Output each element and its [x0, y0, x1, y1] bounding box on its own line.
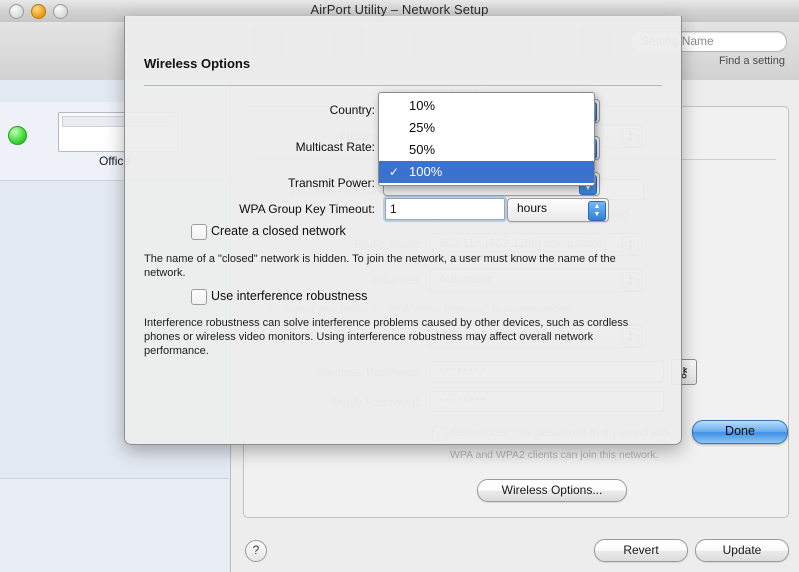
interference-robustness-checkbox[interactable]	[191, 289, 207, 305]
checkmark-icon: ✓	[389, 165, 400, 179]
menu-item-label: 50%	[409, 142, 436, 157]
menu-item-label: 10%	[409, 98, 436, 113]
update-button[interactable]: Update	[695, 539, 789, 562]
multicast-rate-label: Multicast Rate:	[295, 140, 375, 154]
closed-network-label: Create a closed network	[211, 224, 346, 238]
menu-item-label: 25%	[409, 120, 436, 135]
menu-item-25[interactable]: 25%	[379, 117, 594, 139]
search-hint: Find a setting	[718, 55, 785, 67]
sidebar-lower-area	[0, 478, 229, 572]
sheet-title: Wireless Options	[144, 56, 251, 71]
revert-button[interactable]: Revert	[594, 539, 688, 562]
wireless-options-sheet: Wireless Options Country: United States …	[124, 16, 788, 445]
menu-item-label: 100%	[409, 164, 443, 179]
chevron-updown-icon: ▲▼	[588, 201, 606, 221]
wpa-timeout-unit-popup[interactable]: hours ▲ ▼	[507, 198, 609, 222]
menu-item-50[interactable]: 50%	[379, 139, 594, 161]
menu-item-10[interactable]: 10%	[379, 95, 594, 117]
window-title: AirPort Utility – Network Setup	[310, 2, 489, 17]
sheet-divider	[144, 85, 662, 86]
status-indicator-icon	[8, 126, 27, 145]
wpa-timeout-unit-value: hours	[517, 201, 548, 215]
wpa-timeout-label: WPA Group Key Timeout:	[239, 202, 375, 216]
closed-network-checkbox[interactable]	[191, 224, 207, 240]
interference-robustness-label: Use interference robustness	[211, 289, 368, 303]
help-button[interactable]: ?	[245, 540, 267, 562]
country-label: Country:	[329, 103, 375, 117]
transmit-power-label: Transmit Power:	[288, 176, 375, 190]
wireless-options-button[interactable]: Wireless Options...	[477, 479, 627, 502]
transmit-power-dropdown-menu[interactable]: 10% 25% 50% ✓ 100%	[378, 92, 595, 186]
menu-item-100[interactable]: ✓ 100%	[379, 161, 594, 183]
airport-utility-window: AirPort Utility – Network Setup Setting …	[0, 0, 799, 572]
interference-robustness-help-text: Interference robustness can solve interf…	[144, 317, 629, 357]
closed-network-help-text: The name of a "closed" network is hidden…	[144, 253, 616, 279]
wpa-timeout-input[interactable]: 1	[385, 198, 505, 220]
done-button[interactable]: Done	[692, 420, 788, 444]
wpa-clients-note: WPA and WPA2 clients can join this netwo…	[450, 449, 659, 461]
